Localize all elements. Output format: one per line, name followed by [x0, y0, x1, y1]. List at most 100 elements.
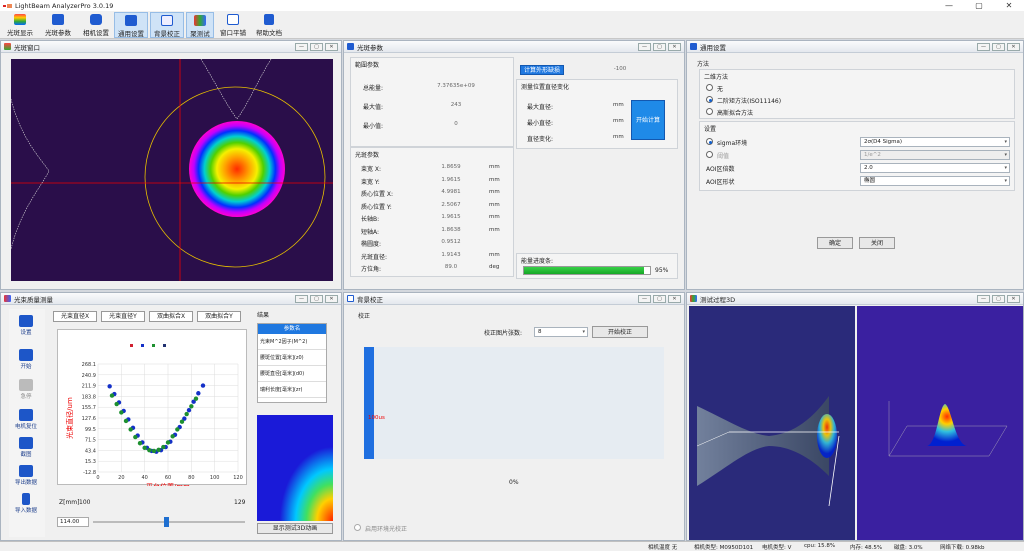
beam-image[interactable] — [11, 59, 333, 281]
tab-quality-1[interactable]: 光束直径Y — [101, 311, 145, 322]
radio-gauss-fit[interactable] — [706, 108, 713, 115]
max-value: 243 — [450, 102, 462, 108]
toolbar-general-settings[interactable]: 通用设置 — [114, 12, 148, 38]
toolbar-beam-display[interactable]: 光斑显示 — [4, 12, 36, 38]
result-row: 瑞利长度[毫米](zr) — [258, 382, 326, 398]
close-icon[interactable]: ✕ — [994, 0, 1024, 11]
start-correction-button[interactable]: 开始校正 — [592, 326, 648, 338]
start-side-button[interactable]: 开始 — [13, 349, 39, 370]
toolbar-label: 相机设置 — [83, 29, 109, 37]
ambient-correction-radio[interactable] — [354, 524, 361, 531]
param-label: 长轴B: — [361, 216, 380, 223]
z-input[interactable]: 114.00 — [57, 517, 89, 527]
toolbar-test[interactable]: 聚测试 — [186, 12, 214, 38]
toolbar-camera-settings[interactable]: 相机设置 — [80, 12, 112, 38]
panel-restore-icon[interactable]: ▢ — [992, 295, 1005, 303]
toolbar-tile-windows[interactable]: 窗口平铺 — [216, 12, 250, 38]
side-label: 截图 — [20, 452, 32, 458]
radio-none[interactable] — [706, 84, 713, 91]
group-title: 範圍参数 — [355, 62, 380, 69]
ok-button[interactable]: 确定 — [817, 237, 853, 249]
sigma-combo[interactable]: 2σ(D4 Sigma) ▾ — [860, 137, 1010, 147]
panel-close-icon[interactable]: ✕ — [1007, 295, 1020, 303]
help-doc-icon — [264, 14, 274, 25]
status-network: 网络下载: 0.98kb — [940, 545, 985, 551]
tab-quality-2[interactable]: 双曲拟合X — [149, 311, 193, 322]
status-motor-type: 电机类型: V — [762, 545, 792, 551]
param-unit: mm — [489, 189, 500, 195]
panel-restore-icon[interactable]: ▢ — [310, 43, 323, 51]
frames-combo[interactable]: 8 ▾ — [534, 327, 588, 337]
export-side-button[interactable]: 导出数据 — [13, 465, 39, 486]
panel-restore-icon[interactable]: ▢ — [653, 295, 666, 303]
aoi-shape-combo[interactable]: 椭圆 ▾ — [860, 176, 1010, 186]
close-button[interactable]: 关闭 — [859, 237, 895, 249]
data-point — [109, 393, 115, 398]
toolbar-beam-params[interactable]: 光斑参数 — [40, 12, 76, 38]
3d-view[interactable] — [689, 306, 1023, 540]
panel-min-icon[interactable]: — — [638, 295, 651, 303]
aoi-mult-combo[interactable]: 2.0 ▾ — [860, 163, 1010, 173]
panel-close-icon[interactable]: ✕ — [325, 43, 338, 51]
y-tick-label: 211.9 — [82, 384, 96, 390]
tile-icon — [227, 14, 239, 25]
param-value: 0.9512 — [441, 239, 461, 245]
panel-min-icon[interactable]: — — [295, 43, 308, 51]
settings-side-button[interactable]: 设置 — [13, 315, 39, 336]
result-table: 参数名 光束M^2因子(M^2) 腰斑位置[毫米](z0) 腰斑直径[毫米](d0)… — [257, 323, 327, 403]
beam-quality-panel: 光束质量测量 — ▢ ✕ 设置 开始 急停 电机复位 截图 导出数据 导入数据 光束… — [0, 292, 342, 541]
tab-quality-0[interactable]: 光束直径X — [53, 311, 97, 322]
panel-title: 光束质量测量 — [14, 295, 53, 304]
radio-clip[interactable] — [706, 151, 713, 158]
panel-min-icon[interactable]: — — [977, 295, 990, 303]
panel-close-icon[interactable]: ✕ — [325, 295, 338, 303]
frames-label: 校正图片张数: — [484, 330, 523, 337]
grid-icon — [690, 43, 697, 50]
param-label: 质心位置 Y: — [361, 203, 392, 211]
tab-quality-3[interactable]: 双曲拟合Y — [197, 311, 241, 322]
stop-side-button[interactable]: 急停 — [13, 379, 39, 400]
panel-close-icon[interactable]: ✕ — [668, 43, 681, 51]
panel-restore-icon[interactable]: ▢ — [310, 295, 323, 303]
y-tick-label: 240.9 — [82, 373, 96, 379]
minimize-icon[interactable]: — — [934, 0, 964, 11]
chevron-down-icon: ▾ — [1004, 139, 1007, 145]
screenshot-side-button[interactable]: 截图 — [13, 437, 39, 458]
panel-restore-icon[interactable]: ▢ — [992, 43, 1005, 51]
chart-icon — [19, 437, 33, 449]
status-bar: 相机温度 无 相机类型: M0950D101 电机类型: V cpu: 15.8… — [0, 541, 1024, 551]
background-icon — [347, 295, 354, 302]
start-calc-button[interactable]: 开始计算 — [631, 100, 665, 140]
panel-header: 通用设置 — ▢ ✕ — [687, 41, 1023, 53]
panel-restore-icon[interactable]: ▢ — [653, 43, 666, 51]
correction-chart: 100us — [364, 347, 664, 459]
radio-second-moment[interactable] — [706, 96, 713, 103]
calc-shape-button[interactable]: 计算外形缺损 — [520, 65, 564, 75]
data-point — [137, 441, 143, 446]
data-point — [161, 444, 166, 450]
y-tick-label: 155.7 — [82, 405, 96, 411]
panel-title: 光斑参数 — [357, 43, 383, 52]
param-label: 束宽 X: — [361, 166, 382, 173]
group-title: 设置 — [704, 126, 717, 133]
z-slider-thumb[interactable] — [163, 517, 169, 527]
panel-min-icon[interactable]: — — [295, 295, 308, 303]
panel-close-icon[interactable]: ✕ — [668, 295, 681, 303]
panel-min-icon[interactable]: — — [977, 43, 990, 51]
panel-close-icon[interactable]: ✕ — [1007, 43, 1020, 51]
unit-mm: mm — [613, 118, 624, 124]
show-3d-button[interactable]: 显示测试3D动画 — [257, 523, 333, 534]
radio-sigma[interactable] — [706, 138, 713, 145]
z-slider-track[interactable] — [93, 517, 245, 527]
panel-header: 背景校正 — ▢ ✕ — [344, 293, 684, 305]
motor-reset-side-button[interactable]: 电机复位 — [13, 409, 39, 430]
panel-min-icon[interactable]: — — [638, 43, 651, 51]
clip-combo[interactable]: 1/e^2 ▾ — [860, 150, 1010, 160]
toolbar-help[interactable]: 帮助文档 — [252, 12, 286, 38]
import-side-button[interactable]: 导入数据 — [13, 493, 39, 514]
side-label: 电机复位 — [14, 424, 37, 430]
param-value: 89.0 — [444, 264, 458, 270]
data-point — [186, 407, 192, 413]
maximize-icon[interactable]: ▢ — [964, 0, 994, 11]
toolbar-background-correction[interactable]: 背景校正 — [150, 12, 184, 38]
